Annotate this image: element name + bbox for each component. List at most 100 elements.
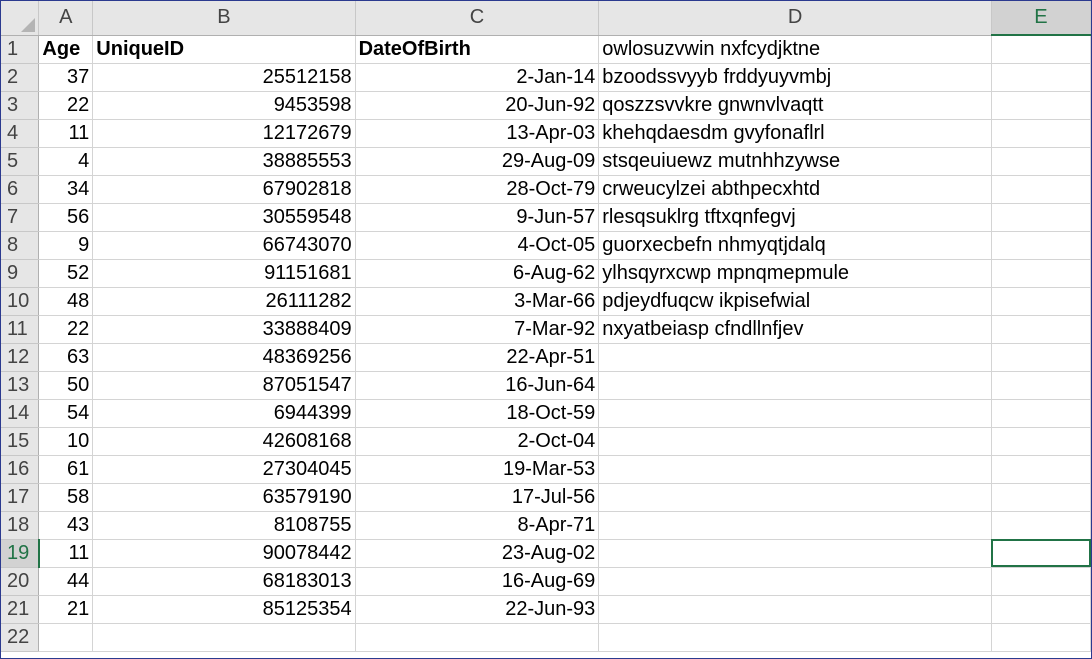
cell-age[interactable]: 43: [38, 511, 94, 540]
row-header[interactable]: 11: [1, 315, 40, 344]
row-header[interactable]: 4: [1, 119, 40, 148]
cell-age[interactable]: [38, 623, 94, 652]
cell-d[interactable]: bzoodssvyyb frddyuyvmbj: [598, 63, 992, 92]
cell-e[interactable]: [991, 147, 1091, 176]
cell-unique-id[interactable]: 8108755: [92, 511, 356, 540]
cell-unique-id[interactable]: 42608168: [92, 427, 356, 456]
select-all-corner[interactable]: [1, 1, 40, 36]
cell-date-of-birth[interactable]: 16-Aug-69: [355, 567, 600, 596]
cell-d[interactable]: qoszzsvvkre gnwnvlvaqtt: [598, 91, 992, 120]
cell-unique-id[interactable]: 6944399: [92, 399, 356, 428]
cell-date-of-birth[interactable]: 2-Oct-04: [355, 427, 600, 456]
cell-age[interactable]: 11: [38, 119, 94, 148]
row-header[interactable]: 2: [1, 63, 40, 92]
row-header[interactable]: 16: [1, 455, 40, 484]
cell-e[interactable]: [991, 259, 1091, 288]
cell-e[interactable]: [991, 91, 1091, 120]
cell-age[interactable]: 63: [38, 343, 94, 372]
cell-date-of-birth[interactable]: 22-Apr-51: [355, 343, 600, 372]
cell-unique-id[interactable]: 9453598: [92, 91, 356, 120]
row-header[interactable]: 13: [1, 371, 40, 400]
cell-e[interactable]: [991, 483, 1091, 512]
row-header[interactable]: 5: [1, 147, 40, 176]
cell-date-of-birth[interactable]: 9-Jun-57: [355, 203, 600, 232]
cell-age[interactable]: 9: [38, 231, 94, 260]
cell-d[interactable]: [598, 371, 992, 400]
cell-unique-id[interactable]: 26111282: [92, 287, 356, 316]
cell-unique-id[interactable]: 67902818: [92, 175, 356, 204]
cell-date-of-birth[interactable]: 28-Oct-79: [355, 175, 600, 204]
cell-age[interactable]: 22: [38, 91, 94, 120]
cell-date-of-birth[interactable]: 18-Oct-59: [355, 399, 600, 428]
cell-d[interactable]: [598, 483, 992, 512]
cell-date-of-birth[interactable]: 17-Jul-56: [355, 483, 600, 512]
cell-unique-id[interactable]: 25512158: [92, 63, 356, 92]
row-header[interactable]: 9: [1, 259, 40, 288]
cell-d[interactable]: [598, 343, 992, 372]
cell-date-of-birth[interactable]: 7-Mar-92: [355, 315, 600, 344]
row-header[interactable]: 19: [1, 539, 40, 568]
row-header[interactable]: 12: [1, 343, 40, 372]
cell-e[interactable]: [991, 511, 1091, 540]
cell-age[interactable]: 54: [38, 399, 94, 428]
column-header-d[interactable]: D: [598, 1, 992, 36]
row-header[interactable]: 21: [1, 595, 40, 624]
cell-d[interactable]: [598, 511, 992, 540]
cell-d[interactable]: guorxecbefn nhmyqtjdalq: [598, 231, 992, 260]
row-header[interactable]: 10: [1, 287, 40, 316]
cell-e[interactable]: [991, 623, 1091, 652]
cell-age[interactable]: 11: [38, 539, 94, 568]
cell-age[interactable]: 10: [38, 427, 94, 456]
row-header[interactable]: 15: [1, 427, 40, 456]
cell-unique-id[interactable]: 12172679: [92, 119, 356, 148]
cell-date-of-birth[interactable]: 23-Aug-02: [355, 539, 600, 568]
cell-e1[interactable]: [991, 35, 1091, 64]
cell-e[interactable]: [991, 595, 1091, 624]
row-header[interactable]: 6: [1, 175, 40, 204]
cell-d[interactable]: [598, 595, 992, 624]
cell-e[interactable]: [991, 455, 1091, 484]
cell-date-of-birth[interactable]: 22-Jun-93: [355, 595, 600, 624]
cell-date-of-birth[interactable]: 6-Aug-62: [355, 259, 600, 288]
cell-e[interactable]: [991, 371, 1091, 400]
cell-unique-id[interactable]: 90078442: [92, 539, 356, 568]
cell-age[interactable]: 50: [38, 371, 94, 400]
cell-date-of-birth[interactable]: 13-Apr-03: [355, 119, 600, 148]
cell-d[interactable]: [598, 567, 992, 596]
row-header[interactable]: 14: [1, 399, 40, 428]
cell-d[interactable]: [598, 539, 992, 568]
row-header[interactable]: 17: [1, 483, 40, 512]
cell-date-of-birth[interactable]: 3-Mar-66: [355, 287, 600, 316]
column-header-a[interactable]: A: [38, 1, 94, 36]
selected-cell-e19[interactable]: [991, 539, 1091, 568]
cell-d[interactable]: pdjeydfuqcw ikpisefwial: [598, 287, 992, 316]
cell-age[interactable]: 48: [38, 287, 94, 316]
cell-age[interactable]: 21: [38, 595, 94, 624]
cell-unique-id[interactable]: 63579190: [92, 483, 356, 512]
row-header[interactable]: 3: [1, 91, 40, 120]
cell-date-of-birth[interactable]: 2-Jan-14: [355, 63, 600, 92]
cell-date-of-birth[interactable]: 29-Aug-09: [355, 147, 600, 176]
cell-unique-id[interactable]: 87051547: [92, 371, 356, 400]
cell-unique-id[interactable]: 33888409: [92, 315, 356, 344]
row-header[interactable]: 20: [1, 567, 40, 596]
cell-e[interactable]: [991, 203, 1091, 232]
cell-d[interactable]: ylhsqyrxcwp mpnqmepmule: [598, 259, 992, 288]
cell-e[interactable]: [991, 119, 1091, 148]
cell-d1[interactable]: owlosuzvwin nxfcydjktne: [598, 35, 992, 64]
cell-unique-id[interactable]: 27304045: [92, 455, 356, 484]
cell-d[interactable]: stsqeuiuewz mutnhhzywse: [598, 147, 992, 176]
cell-e[interactable]: [991, 343, 1091, 372]
cell-d[interactable]: [598, 399, 992, 428]
cell-unique-id[interactable]: [92, 623, 356, 652]
cell-a1[interactable]: Age: [38, 35, 94, 64]
cell-e[interactable]: [991, 175, 1091, 204]
cell-unique-id[interactable]: 38885553: [92, 147, 356, 176]
cell-age[interactable]: 44: [38, 567, 94, 596]
cell-age[interactable]: 58: [38, 483, 94, 512]
column-header-b[interactable]: B: [92, 1, 356, 36]
row-header[interactable]: 22: [1, 623, 40, 652]
cell-unique-id[interactable]: 68183013: [92, 567, 356, 596]
cell-age[interactable]: 52: [38, 259, 94, 288]
cell-c1[interactable]: DateOfBirth: [355, 35, 600, 64]
